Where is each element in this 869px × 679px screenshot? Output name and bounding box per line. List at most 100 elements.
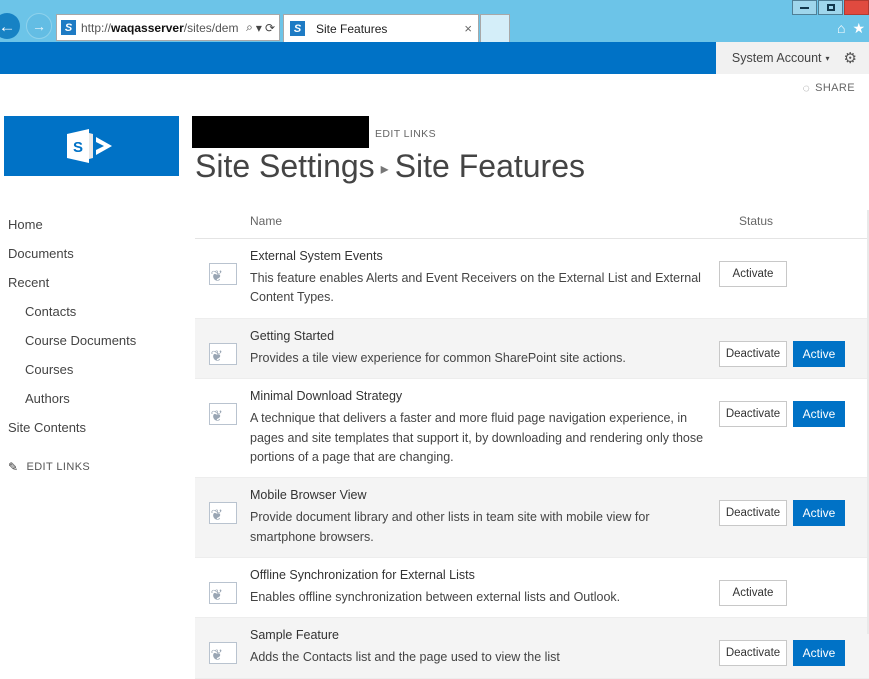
gear-icon[interactable]: ⚙ [844, 49, 857, 67]
feature-actions: Deactivate Active [719, 628, 869, 667]
feature-description: This feature enables Alerts and Event Re… [250, 271, 701, 305]
table-body: ❦ External System Events This feature enab… [195, 239, 869, 679]
back-button[interactable]: ← [0, 13, 20, 39]
tab-title: Site Features [316, 21, 388, 36]
minimize-button[interactable] [792, 0, 817, 15]
share-icon: ◌ [802, 81, 811, 95]
browser-tab[interactable]: S Site Features × [283, 14, 479, 42]
share-button[interactable]: ◌ SHARE [803, 81, 855, 95]
features-table: Name Status ❦ External System Events This … [195, 210, 869, 679]
feature-text: Getting Started Provides a tile view expe… [250, 329, 719, 368]
search-icon[interactable]: ⌕ [246, 20, 253, 35]
forward-button[interactable]: → [26, 13, 52, 39]
maximize-icon [826, 4, 835, 11]
edit-links-top[interactable]: EDIT LINKS [375, 128, 436, 140]
deactivate-button[interactable]: Deactivate [719, 340, 787, 367]
column-header-status: Status [739, 214, 774, 228]
new-tab-button[interactable] [480, 14, 510, 42]
chevron-down-icon[interactable]: ▾ [826, 54, 830, 63]
sharepoint-logo[interactable]: S [4, 116, 179, 176]
suite-bar: System Account ▾ ⚙ [0, 42, 869, 74]
minimize-icon [800, 6, 809, 9]
feature-text: Offline Synchronization for External Lis… [250, 568, 719, 607]
sidebar-item-courses[interactable]: Courses [0, 355, 190, 384]
chevron-down-icon[interactable]: ▾ [256, 21, 262, 35]
deactivate-button[interactable]: Deactivate [719, 401, 787, 428]
share-label: SHARE [815, 82, 855, 94]
status-badge: Active [793, 340, 845, 367]
status-badge: Active [793, 401, 845, 428]
table-row: ❦ Mobile Browser View Provide document lib… [195, 478, 869, 558]
refresh-icon[interactable]: ⟳ [265, 21, 275, 35]
favorites-icon[interactable]: ★ [852, 20, 865, 37]
page-title-current: Site Features [394, 148, 585, 184]
feature-actions: Activate [719, 249, 869, 287]
table-header: Name Status [195, 210, 869, 239]
feature-icon-cell: ❦ [195, 488, 250, 525]
table-row: ❦ Minimal Download Strategy A technique th… [195, 379, 869, 479]
activate-button[interactable]: Activate [719, 580, 787, 606]
sidebar-item-contacts[interactable]: Contacts [0, 297, 190, 326]
svg-text:S: S [73, 139, 83, 156]
deactivate-button[interactable]: Deactivate [719, 640, 787, 667]
sidebar: Home Documents Recent Contacts Course Do… [0, 210, 190, 474]
account-menu[interactable]: System Account [732, 51, 822, 65]
status-badge: Active [793, 500, 845, 527]
feature-description: Provide document library and other lists… [250, 510, 650, 544]
feature-name: Getting Started [250, 328, 335, 343]
feature-name: Sample Feature [250, 628, 339, 643]
deactivate-button[interactable]: Deactivate [719, 500, 787, 527]
feature-puzzle-icon: ❦ [208, 403, 237, 426]
home-icon[interactable]: ⌂ [837, 20, 845, 37]
forward-arrow-icon: → [32, 18, 46, 34]
status-badge: Active [793, 640, 845, 667]
status-badge [793, 580, 845, 606]
feature-name: External System Events [250, 249, 383, 263]
feature-icon-cell: ❦ [195, 249, 250, 285]
feature-icon-cell: ❦ [195, 389, 250, 426]
tab-favicon-icon: S [290, 21, 305, 36]
sidebar-edit-links-label: EDIT LINKS [26, 461, 91, 473]
address-bar[interactable]: S http://waqasserver/sites/dem ⌕ ▾ ⟳ [56, 14, 280, 41]
suite-bar-right: System Account ▾ ⚙ [715, 42, 869, 74]
feature-actions: Activate [719, 568, 869, 606]
sidebar-item-authors[interactable]: Authors [0, 384, 190, 413]
sidebar-item-home[interactable]: Home [0, 210, 190, 239]
site-favicon-icon: S [61, 20, 76, 35]
maximize-button[interactable] [818, 0, 843, 15]
feature-text: Minimal Download Strategy A technique tha… [250, 389, 719, 467]
activate-button[interactable]: Activate [719, 261, 787, 287]
tab-close-icon[interactable]: × [464, 21, 472, 36]
feature-actions: Deactivate Active [719, 329, 869, 367]
sidebar-item-recent[interactable]: Recent [0, 268, 190, 297]
url-text: http://waqasserver/sites/dem [81, 20, 239, 35]
sidebar-item-documents[interactable]: Documents [0, 239, 190, 268]
puzzle-glyph-icon: ❦ [210, 347, 224, 365]
sidebar-item-course-documents[interactable]: Course Documents [0, 326, 190, 355]
chrome-toolbar-icons: ⌂ ★ [837, 20, 865, 37]
feature-actions: Deactivate Active [719, 389, 869, 428]
puzzle-glyph-icon: ❦ [210, 408, 224, 426]
feature-description: Enables offline synchronization between … [250, 590, 621, 604]
feature-description: Provides a tile view experience for comm… [250, 350, 626, 365]
back-arrow-icon: ← [0, 16, 16, 36]
pencil-icon: ✎ [8, 460, 19, 474]
table-row: ❦ External System Events This feature enab… [195, 239, 869, 319]
feature-icon-cell: ❦ [195, 568, 250, 604]
puzzle-glyph-icon: ❦ [210, 268, 224, 285]
feature-text: External System Events This feature enabl… [250, 249, 719, 308]
puzzle-glyph-icon: ❦ [210, 587, 224, 604]
browser-chrome: ← → S http://waqasserver/sites/dem ⌕ ▾ ⟳… [0, 0, 869, 42]
table-row: ❦ Sample Feature Adds the Contacts list an… [195, 618, 869, 679]
close-button[interactable] [844, 0, 869, 15]
feature-name: Mobile Browser View [250, 488, 367, 503]
feature-text: Mobile Browser View Provide document libr… [250, 488, 719, 547]
sidebar-edit-links[interactable]: ✎ EDIT LINKS [0, 460, 190, 474]
table-row: ❦ Getting Started Provides a tile view exp… [195, 318, 869, 380]
table-row: ❦ Offline Synchronization for External Li… [195, 558, 869, 619]
feature-text: Sample Feature Adds the Contacts list and… [250, 628, 719, 667]
sidebar-item-site-contents[interactable]: Site Contents [0, 413, 190, 442]
share-band: ◌ SHARE [0, 74, 869, 106]
page-title-parent[interactable]: Site Settings [195, 148, 375, 184]
feature-puzzle-icon: ❦ [208, 642, 237, 665]
